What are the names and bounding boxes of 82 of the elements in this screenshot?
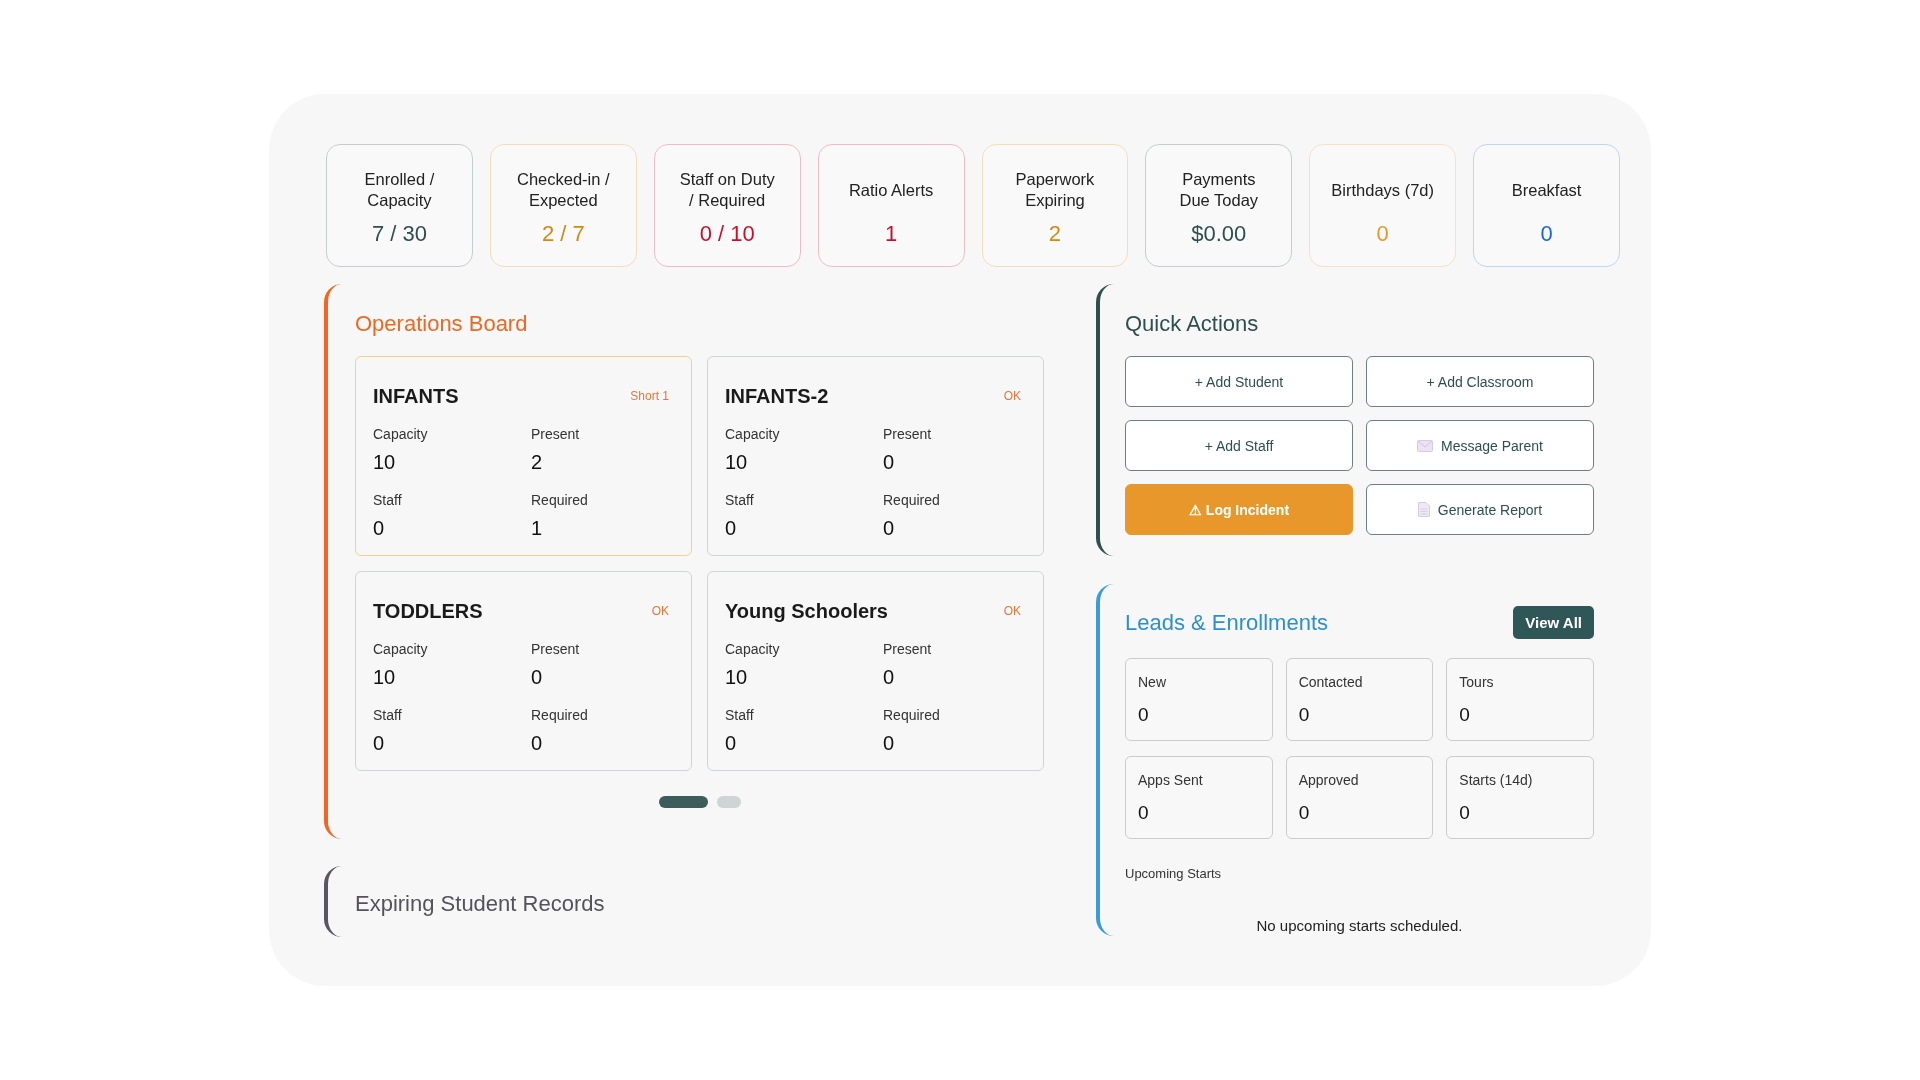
kpi-label: Birthdays (7d) <box>1331 179 1435 201</box>
envelope-icon <box>1417 439 1433 452</box>
section-title: Operations Board <box>355 310 528 338</box>
status-label: OK <box>1003 389 1021 403</box>
upcoming-starts-label: Upcoming Starts <box>1125 866 1222 882</box>
stat-label: Capacity <box>373 425 428 443</box>
stat-label: Contacted <box>1298 673 1363 691</box>
classroom-name: TODDLERS <box>373 599 483 623</box>
kpi-value: 1 <box>884 221 898 247</box>
kpi-value: 0 <box>1376 221 1389 247</box>
action-button[interactable]: Message Parent <box>1366 420 1594 471</box>
stat-value: 0 <box>883 731 895 755</box>
action-button[interactable]: + Add Classroom <box>1366 356 1594 407</box>
kpi-value: 0 <box>1540 221 1553 247</box>
stat-label: Required <box>883 706 940 724</box>
stat-label: Staff <box>725 491 754 509</box>
kpi-label: Ratio Alerts <box>848 179 934 201</box>
status-label: OK <box>651 604 669 618</box>
stat-label: Capacity <box>373 640 428 658</box>
stat-label: Present <box>883 425 932 443</box>
stat-value: 0 <box>531 731 543 755</box>
stat-value: 10 <box>373 665 396 689</box>
stat-value: 10 <box>725 665 748 689</box>
section-title: Expiring Student Records <box>355 890 605 918</box>
stat-value: 0 <box>725 731 737 755</box>
kpi-label: Breakfast <box>1511 179 1582 201</box>
stat-value: 0 <box>725 516 737 540</box>
action-button[interactable]: + Add Staff <box>1125 420 1353 471</box>
kpi-label: Staff on Duty / Required <box>679 169 775 211</box>
kpi-label: Checked-in / Expected <box>517 169 610 211</box>
stat-label: Staff <box>725 706 754 724</box>
stat-value: 0 <box>1298 703 1310 727</box>
stat-value: 2 <box>531 450 543 474</box>
view-all-button[interactable]: View All <box>1513 606 1594 639</box>
stat-label: Approved <box>1298 771 1359 789</box>
stat-label: Required <box>531 491 588 509</box>
section-title: Leads & Enrollments <box>1125 608 1328 637</box>
stat-value: 0 <box>883 665 895 689</box>
stat-label: Present <box>531 640 580 658</box>
stat-label: Required <box>531 706 588 724</box>
stat-label: Apps Sent <box>1138 771 1203 789</box>
kpi-label: Enrolled / Capacity <box>364 169 435 211</box>
stat-value: 0 <box>373 731 385 755</box>
stat-value: 0 <box>373 516 385 540</box>
action-button[interactable]: Generate Report <box>1366 484 1594 535</box>
kpi-value: 2 <box>1048 221 1062 247</box>
stat-label: Staff <box>373 491 402 509</box>
document-icon <box>1417 502 1430 517</box>
stat-label: Tours <box>1459 673 1494 691</box>
status-label: OK <box>1003 604 1021 618</box>
action-button[interactable]: + Add Student <box>1125 356 1353 407</box>
stat-label: Present <box>531 425 580 443</box>
stat-value: 0 <box>1138 703 1149 727</box>
stat-value: 0 <box>883 516 895 540</box>
classroom-name: INFANTS <box>373 384 459 408</box>
stat-label: New <box>1138 673 1166 691</box>
kpi-value: 7 / 30 <box>371 221 427 247</box>
kpi-value: 2 / 7 <box>541 221 585 247</box>
stat-label: Capacity <box>725 425 780 443</box>
classroom-name: Young Schoolers <box>725 599 888 623</box>
stat-label: Staff <box>373 706 402 724</box>
stat-value: 0 <box>1138 801 1149 825</box>
stat-value: 10 <box>725 450 748 474</box>
stat-label: Starts (14d) <box>1459 771 1533 789</box>
stat-label: Present <box>883 640 932 658</box>
stat-value: 0 <box>1459 801 1470 825</box>
stat-value: 0 <box>1298 801 1310 825</box>
empty-message: No upcoming starts scheduled. <box>1256 916 1463 936</box>
stat-value: 0 <box>531 665 543 689</box>
section-title: Quick Actions <box>1125 310 1259 338</box>
status-label: Short 1 <box>630 389 669 403</box>
kpi-value: 0 / 10 <box>699 221 755 247</box>
stat-value: 1 <box>531 516 543 540</box>
kpi-label: Payments Due Today <box>1179 169 1259 211</box>
kpi-label: Paperwork Expiring <box>1015 169 1095 211</box>
stat-value: 0 <box>1459 703 1470 727</box>
stat-label: Capacity <box>725 640 780 658</box>
stat-value: 10 <box>373 450 396 474</box>
classroom-name: INFANTS-2 <box>725 384 829 408</box>
stat-value: 0 <box>883 450 895 474</box>
stat-label: Required <box>883 491 940 509</box>
kpi-value: $0.00 <box>1191 221 1247 247</box>
